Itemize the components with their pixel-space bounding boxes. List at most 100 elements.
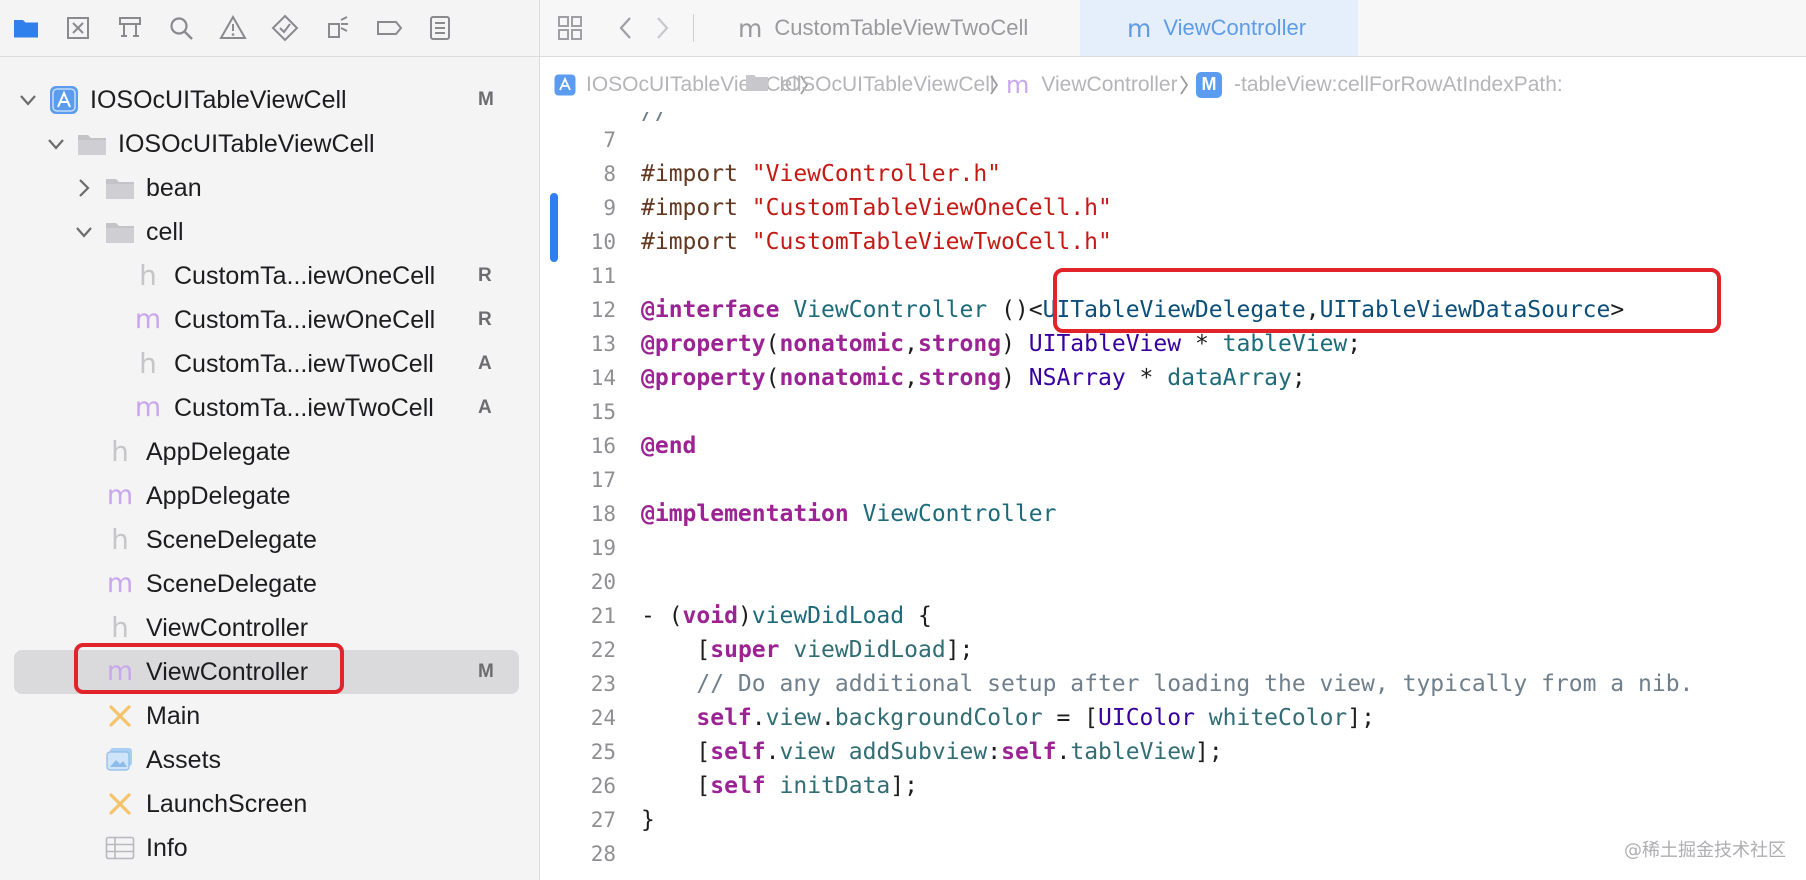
line-number: 25 [590, 740, 616, 764]
folder-icon [105, 172, 135, 204]
debug-icon[interactable] [323, 14, 351, 42]
code-token: ) [1001, 331, 1029, 357]
related-items-icon[interactable] [556, 14, 584, 42]
code-token: "CustomTableViewTwoCell.h" [751, 229, 1112, 255]
source-control-status-badge: M [478, 661, 494, 682]
breadcrumb-item-group[interactable]: IOSOcUITableViewCell [745, 57, 995, 112]
project-navigator: IOSOcUITableViewCell M IOSOcUITableViewCel… [0, 0, 540, 880]
code-token: "ViewController.h" [751, 161, 1002, 187]
code-line: 26 [self initData]; [540, 769, 1806, 803]
code-token: ViewController [793, 297, 988, 323]
code-token: UIColor [1098, 705, 1195, 731]
source-control-status-badge: R [478, 265, 492, 286]
chevron-down-icon[interactable] [74, 221, 94, 243]
chevron-right-icon[interactable] [74, 177, 94, 199]
navigator-row[interactable]: m AppDelegate [0, 474, 539, 518]
folder-icon[interactable] [12, 14, 40, 42]
tab-customtableviewtwocell[interactable]: m CustomTableViewTwoCell [738, 0, 1078, 56]
breadcrumb-item-file[interactable]: m ViewController [1006, 57, 1178, 112]
code-line: 7 [540, 123, 1806, 157]
code-token: super [710, 637, 780, 663]
breadcrumb-label: -tableView:cellForRowAtIndexPath: [1234, 72, 1563, 96]
chevron-down-icon[interactable] [18, 89, 38, 111]
navigator-row[interactable]: Main [0, 694, 539, 738]
forward-arrow-icon[interactable] [652, 14, 672, 42]
implementation-file-icon: m [1127, 13, 1152, 43]
method-icon: M [1196, 71, 1222, 98]
navigator-row[interactable]: cell [0, 210, 539, 254]
navigator-row[interactable]: LaunchScreen [0, 782, 539, 826]
line-number: 20 [590, 570, 616, 594]
header-file-icon: h [111, 435, 129, 468]
code-token: . [765, 739, 780, 765]
back-arrow-icon[interactable] [616, 14, 636, 42]
code-line: 19 [540, 531, 1806, 565]
line-number: 18 [590, 502, 616, 526]
line-number: 9 [603, 196, 616, 220]
code-token: , [904, 365, 918, 391]
code-line: 23 // Do any additional setup after load… [540, 667, 1806, 701]
navigator-row[interactable]: h CustomTa...iewTwoCell A [0, 342, 539, 386]
hierarchy-icon[interactable] [116, 14, 144, 42]
code-text: [self.view addSubview:self.tableView]; [641, 735, 1222, 769]
tab-viewcontroller[interactable]: m ViewController [1080, 0, 1358, 56]
breakpoint-icon[interactable] [375, 14, 403, 42]
code-token: ) [1001, 365, 1029, 391]
navigator-row[interactable]: Info [0, 826, 539, 870]
code-token: nonatomic [779, 365, 905, 391]
code-line: 25 [self.view addSubview:self.tableView]… [540, 735, 1806, 769]
navigator-row[interactable]: m CustomTa...iewOneCell R [0, 298, 539, 342]
breadcrumb-item-method[interactable]: M -tableView:cellForRowAtIndexPath: [1196, 57, 1563, 112]
navigator-row-label: CustomTa...iewTwoCell [174, 350, 434, 378]
navigator-row-label: IOSOcUITableViewCell [90, 86, 347, 114]
code-token: #import [641, 195, 752, 221]
navigator-row[interactable]: h CustomTa...iewOneCell R [0, 254, 539, 298]
code-token: @property [641, 365, 766, 391]
code-token: nonatomic [779, 331, 905, 357]
search-icon[interactable] [167, 14, 195, 42]
navigator-row[interactable]: m SceneDelegate [0, 562, 539, 606]
tab-label: CustomTableViewTwoCell [774, 15, 1029, 40]
navigator-row[interactable]: h AppDelegate [0, 430, 539, 474]
navigator-row[interactable]: Assets [0, 738, 539, 782]
warning-icon[interactable] [219, 14, 247, 42]
source-control-icon[interactable] [64, 14, 92, 42]
navigator-row-label: CustomTa...iewOneCell [174, 262, 436, 290]
code-token: - ( [641, 603, 683, 629]
line-number: 15 [590, 400, 616, 424]
navigator-row[interactable]: IOSOcUITableViewCell [0, 122, 539, 166]
navigator-row[interactable]: m CustomTa...iewTwoCell A [0, 386, 539, 430]
code-token: whiteColor [1208, 705, 1348, 731]
chevron-right-icon [1178, 71, 1190, 99]
navigator-row-label: AppDelegate [146, 438, 291, 466]
line-number: 28 [590, 842, 616, 866]
line-number: 21 [590, 604, 616, 628]
storyboard-icon [105, 788, 135, 820]
navigator-row-label: IOSOcUITableViewCell [118, 130, 375, 158]
code-text: #import "CustomTableViewOneCell.h" [641, 191, 1112, 225]
navigator-row[interactable]: IOSOcUITableViewCell M [0, 78, 539, 122]
line-number: 24 [590, 706, 616, 730]
implementation-file-icon: m [106, 568, 134, 599]
source-editor[interactable]: // 7 8 #import "ViewController.h" 9 #import … [540, 112, 1806, 880]
code-token: backgroundColor [834, 705, 1043, 731]
line-number: 19 [590, 536, 616, 560]
selection-annotation-box [74, 643, 344, 694]
report-icon[interactable] [426, 14, 454, 42]
navigator-row[interactable]: bean [0, 166, 539, 210]
navigator-row-label: AppDelegate [146, 482, 291, 510]
source-control-status-badge: M [478, 89, 494, 110]
code-text: } [641, 803, 655, 837]
code-token: ViewController [862, 501, 1057, 527]
code-token: @interface [641, 297, 780, 323]
code-token: UITableView [1028, 331, 1182, 357]
code-token: ]; [890, 773, 918, 799]
chevron-down-icon[interactable] [46, 133, 66, 155]
code-token: . [751, 705, 766, 731]
code-line: 21 - (void)viewDidLoad { [540, 599, 1806, 633]
line-number: 7 [603, 128, 616, 152]
code-token: ; [1347, 331, 1362, 357]
test-icon[interactable] [271, 14, 299, 42]
navigator-row[interactable]: h SceneDelegate [0, 518, 539, 562]
